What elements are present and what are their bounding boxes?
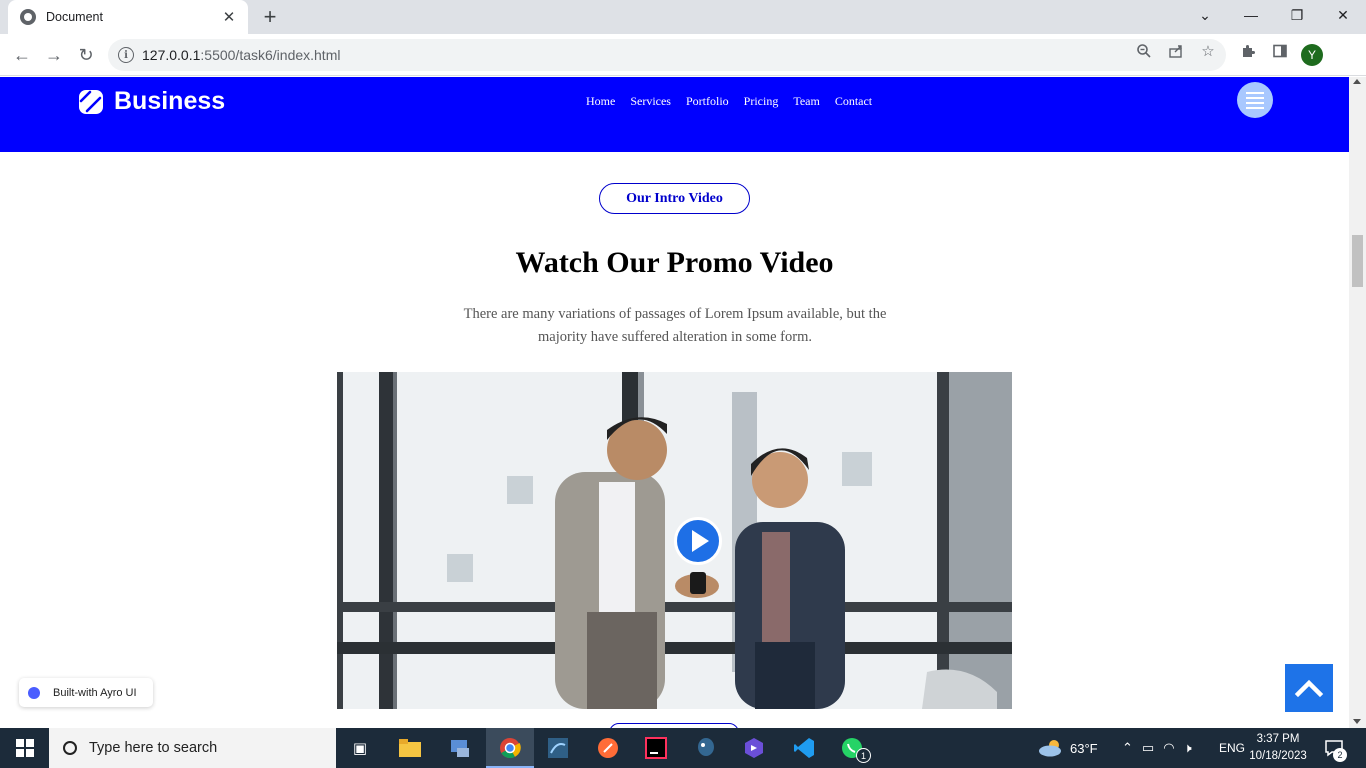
vscode-icon[interactable]	[792, 736, 816, 760]
battery-icon[interactable]: ▭	[1142, 740, 1154, 756]
postgres-icon[interactable]	[694, 736, 718, 760]
taskbar-clock[interactable]: 3:37 PM 10/18/2023	[1248, 731, 1308, 765]
taskbar-search-box[interactable]: Type here to search	[49, 728, 336, 768]
clock-time: 3:37 PM	[1256, 733, 1300, 745]
reload-icon[interactable]: ↻	[74, 43, 98, 67]
profile-avatar[interactable]: Y	[1301, 44, 1323, 66]
page-viewport: Business Home Services Portfolio Pricing…	[0, 77, 1349, 728]
forward-arrow-icon[interactable]: →	[42, 43, 66, 67]
search-placeholder: Type here to search	[89, 740, 218, 756]
chevron-up-tray-icon[interactable]: ⌃	[1122, 740, 1133, 756]
visual-studio-icon[interactable]	[742, 736, 766, 760]
close-tab-icon[interactable]: ✕	[220, 8, 238, 26]
extensions-icon[interactable]	[1239, 42, 1257, 60]
share-icon[interactable]	[1167, 42, 1185, 60]
windows-start-icon[interactable]	[13, 736, 37, 760]
promo-video-thumbnail[interactable]	[337, 372, 1012, 709]
page-scrollbar[interactable]	[1349, 77, 1366, 728]
play-button-icon[interactable]	[674, 517, 722, 565]
address-bar[interactable]: i 127.0.0.1:5500/task6/index.html	[108, 39, 1226, 71]
tab-title: Document	[46, 10, 103, 24]
intro-video-badge[interactable]: Our Intro Video	[599, 183, 750, 214]
globe-icon	[20, 9, 36, 25]
main-nav: Home Services Portfolio Pricing Team Con…	[586, 94, 872, 109]
scroll-down-arrow-icon[interactable]	[1353, 719, 1361, 724]
minimize-button[interactable]: —	[1228, 0, 1274, 30]
search-icon	[63, 741, 77, 755]
restore-button[interactable]: ❐	[1274, 0, 1320, 30]
nav-portfolio[interactable]: Portfolio	[686, 94, 729, 109]
wifi-icon[interactable]: ◠	[1163, 740, 1174, 756]
chrome-icon[interactable]	[498, 736, 522, 760]
system-tray: ⌃ ▭ ◠ 🕨	[1122, 728, 1192, 768]
nav-pricing[interactable]: Pricing	[744, 94, 779, 109]
browser-toolbar: ← → ↻ i 127.0.0.1:5500/task6/index.html …	[0, 34, 1366, 76]
whatsapp-badge: 1	[856, 748, 871, 763]
language-indicator[interactable]: ENG	[1219, 728, 1245, 768]
weather-temp: 63°F	[1070, 740, 1098, 756]
mysql-workbench-icon[interactable]	[546, 736, 570, 760]
browser-tab-strip: Document ✕ + ⌄ — ❐ ✕	[0, 0, 1366, 34]
windows-taskbar: Type here to search ▣ 1 63°F ⌃ ▭ ◠ 🕨 ENG…	[0, 728, 1366, 768]
file-explorer-icon[interactable]	[398, 736, 422, 760]
nav-contact[interactable]: Contact	[835, 94, 872, 109]
nav-home[interactable]: Home	[586, 94, 615, 109]
postman-icon[interactable]	[596, 736, 620, 760]
menu-toggle-icon[interactable]	[1237, 82, 1273, 118]
browser-tab[interactable]: Document ✕	[8, 0, 248, 34]
new-tab-button[interactable]: +	[258, 6, 282, 28]
side-panel-icon[interactable]	[1271, 42, 1289, 60]
tab-search-icon[interactable]: ⌄	[1182, 0, 1228, 30]
url-path: :5500/task6/index.html	[200, 47, 341, 63]
site-info-icon[interactable]: i	[118, 47, 134, 63]
url-host: 127.0.0.1	[142, 47, 201, 63]
back-arrow-icon[interactable]: ←	[10, 43, 34, 67]
built-with-label: Built-with Ayro UI	[53, 686, 137, 699]
site-header: Business Home Services Portfolio Pricing…	[0, 77, 1349, 152]
scroll-to-top-button[interactable]	[1285, 664, 1333, 712]
task-view-icon[interactable]: ▣	[348, 736, 372, 760]
close-window-button[interactable]: ✕	[1320, 0, 1366, 30]
weather-cloud-icon	[1039, 740, 1061, 757]
weather-widget[interactable]: 63°F	[1038, 728, 1098, 768]
nav-services[interactable]: Services	[630, 94, 671, 109]
clock-date: 10/18/2023	[1249, 750, 1307, 762]
logo-mark-icon	[79, 89, 103, 114]
scrollbar-thumb[interactable]	[1352, 235, 1363, 287]
nav-team[interactable]: Team	[793, 94, 819, 109]
scroll-up-arrow-icon[interactable]	[1353, 79, 1361, 84]
section-heading: Watch Our Promo Video	[515, 246, 834, 279]
intellij-icon[interactable]	[644, 736, 668, 760]
section-description: There are many variations of passages of…	[463, 306, 887, 345]
url-text[interactable]: 127.0.0.1:5500/task6/index.html	[142, 47, 340, 63]
ayro-logo-icon	[28, 686, 40, 699]
notification-count-badge: 2	[1333, 748, 1347, 762]
chevron-up-icon	[1294, 679, 1324, 698]
brand-name: Business	[114, 87, 226, 115]
built-with-badge[interactable]: Built-with Ayro UI	[19, 678, 153, 707]
bookmark-star-icon[interactable]: ☆	[1199, 42, 1217, 60]
zoom-icon[interactable]	[1135, 42, 1153, 60]
site-logo[interactable]: Business	[78, 87, 225, 116]
network-app-icon[interactable]	[448, 736, 472, 760]
volume-muted-icon[interactable]: 🕨	[1184, 740, 1192, 756]
